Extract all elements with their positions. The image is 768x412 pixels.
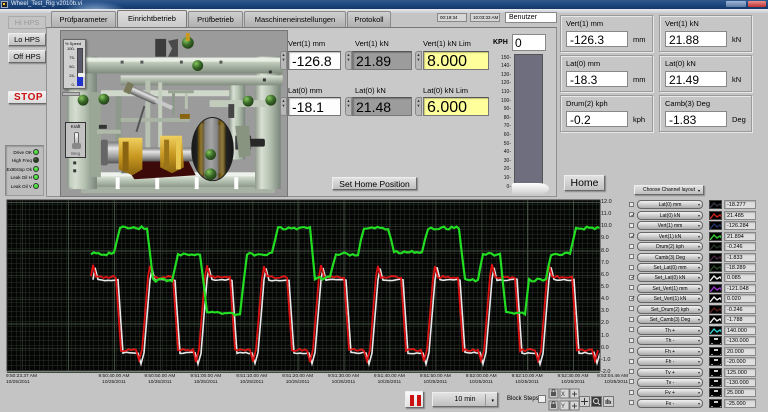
svg-text:X: X	[561, 392, 565, 398]
svg-text:Y: Y	[561, 404, 565, 410]
